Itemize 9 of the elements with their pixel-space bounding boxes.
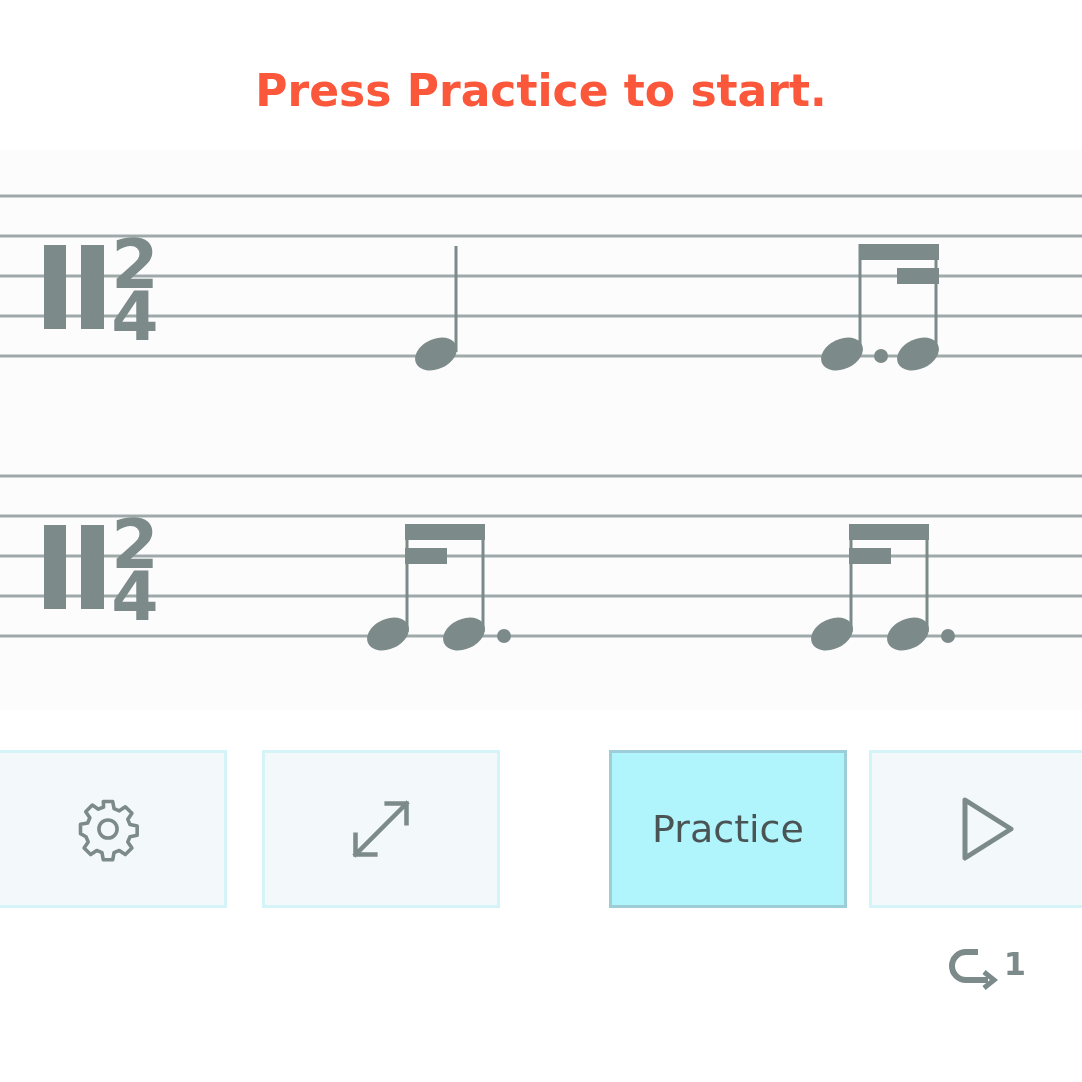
practice-button[interactable]: Practice — [609, 750, 847, 908]
loop-count: 1 — [1003, 948, 1026, 980]
instruction-message: Press Practice to start. — [255, 64, 827, 116]
settings-button[interactable] — [0, 750, 227, 908]
percussion-clef-icon — [44, 245, 104, 329]
play-icon — [961, 796, 1015, 862]
play-button[interactable] — [869, 750, 1082, 908]
fullscreen-button[interactable] — [262, 750, 500, 908]
percussion-clef-icon — [44, 525, 104, 609]
